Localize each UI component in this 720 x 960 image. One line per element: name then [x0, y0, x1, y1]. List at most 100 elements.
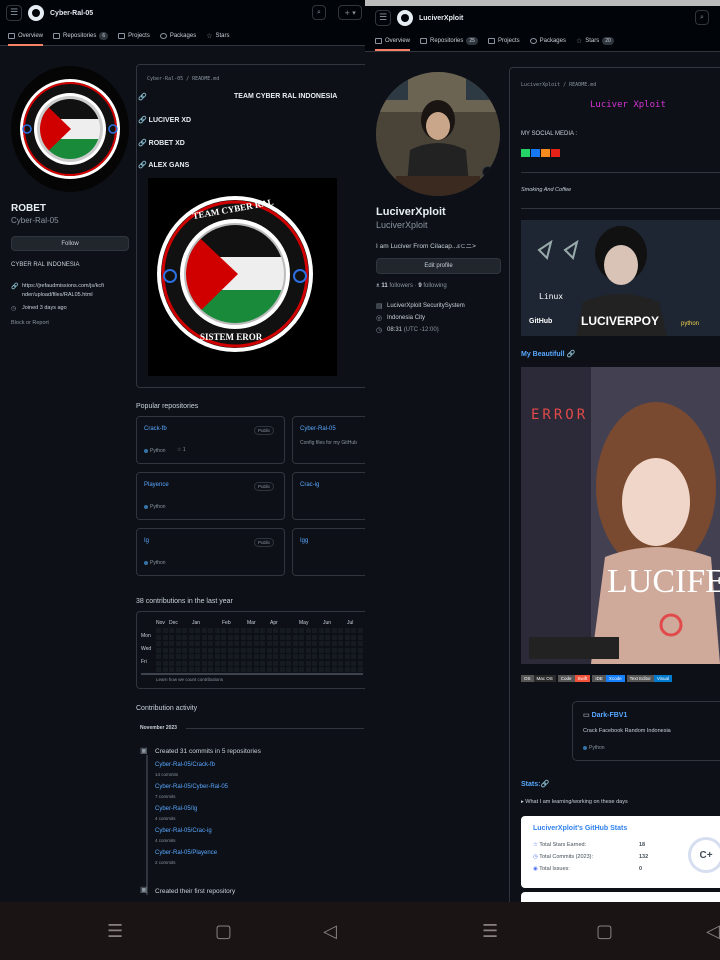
tab-packages[interactable]: Packages — [529, 31, 566, 51]
blogger-icon[interactable] — [541, 149, 550, 157]
pinned-repo-name[interactable]: ▭ Dark-FBV1 — [583, 711, 627, 719]
contribution-cell — [273, 634, 278, 640]
contribution-cell — [331, 641, 337, 646]
profile-website-line1[interactable]: https://jrefaudmissions.com/js/kcfi — [22, 283, 104, 289]
member-name: ALEX GANS — [148, 162, 190, 169]
repo-stars[interactable]: ☆ 1 — [177, 447, 186, 453]
contribution-cell — [344, 641, 350, 646]
contribution-cell — [318, 634, 324, 640]
contribution-cell — [266, 634, 272, 640]
tab-projects[interactable]: Projects — [487, 31, 520, 51]
readme-path[interactable]: LuciverXploit / README.md — [521, 82, 596, 88]
status-emoji-icon[interactable] — [482, 166, 494, 178]
edit-profile-button[interactable]: Edit profile — [376, 258, 501, 274]
contribution-cell — [162, 641, 168, 646]
anchor-link-icon[interactable]: 🔗 — [138, 93, 147, 101]
repo-name[interactable]: Cyber-Ral-05 — [300, 426, 336, 432]
repo-name[interactable]: Playence — [144, 482, 169, 488]
tab-stars[interactable]: ☆ Stars 20 — [576, 31, 614, 51]
tab-overview[interactable]: Overview — [8, 26, 44, 46]
day-label: Wed — [141, 646, 152, 652]
badge-value: Visual — [653, 675, 673, 682]
anchor-link-icon[interactable]: 🔗 — [540, 781, 549, 788]
contribution-cell — [357, 641, 363, 646]
topbar-title[interactable]: LuciverXploit — [419, 15, 463, 22]
repo-card[interactable]: Playence Public Python — [136, 472, 285, 520]
repo-name[interactable]: Crac-ig — [300, 482, 319, 488]
facebook-icon[interactable] — [531, 149, 540, 157]
followers-line[interactable]: ᴥ 11 followers · 9 following — [376, 283, 447, 289]
activity-repo-link[interactable]: Cyber-Ral-05/Crack-fb — [155, 762, 215, 768]
block-report-link[interactable]: Block or Report — [11, 320, 49, 326]
contribution-cell — [331, 660, 337, 666]
stats-heading: Stats:🔗 — [521, 780, 549, 788]
github-logo-icon[interactable] — [28, 5, 44, 21]
status-strip — [365, 0, 720, 6]
profile-organization: LuciverXploit SecuritySystem — [387, 303, 465, 309]
create-new-button[interactable]: + ▾ — [338, 5, 362, 20]
tab-projects[interactable]: Projects — [118, 26, 150, 46]
repo-name[interactable]: Igg — [300, 538, 308, 544]
tab-label: Stars — [585, 37, 600, 44]
repo-card[interactable]: Ig Public Python — [136, 528, 285, 576]
contribution-cell — [344, 647, 350, 653]
language-label: Python — [150, 504, 166, 510]
back-icon[interactable]: ◁ — [323, 921, 337, 942]
contribution-cell — [286, 628, 291, 633]
repo-card[interactable]: Cyber-Ral-05 Config files for my GitHub — [292, 416, 365, 464]
home-icon[interactable]: ▢ — [215, 921, 232, 942]
repo-name[interactable]: Ig — [144, 538, 149, 544]
search-icon[interactable]: ⌕ — [695, 10, 709, 25]
timezone: (UTC -12:00) — [403, 327, 439, 333]
tab-repositories[interactable]: Repositories 6 — [53, 26, 109, 46]
contribution-cell — [247, 634, 252, 640]
tab-packages[interactable]: Packages — [159, 26, 196, 46]
learning-toggle[interactable]: ▸ What I am learning/working on these da… — [521, 799, 628, 805]
following-count: 9 — [418, 283, 422, 289]
tab-stars[interactable]: ☆ Stars — [206, 26, 229, 46]
youtube-icon[interactable] — [551, 149, 560, 157]
activity-repo-link[interactable]: Cyber-Ral-05/Crac-ig — [155, 828, 212, 834]
menu-icon[interactable]: ☰ — [6, 5, 22, 21]
day-label: Mon — [141, 633, 151, 639]
recent-apps-icon[interactable]: ☰ — [482, 921, 498, 942]
contribution-cell — [279, 641, 285, 646]
link-icon: 🔗 — [11, 284, 19, 290]
tab-repositories[interactable]: Repositories 25 — [420, 31, 478, 51]
profile-website-line2[interactable]: nder/upload/files/RAL05.html — [22, 292, 93, 298]
contribution-cell — [195, 667, 200, 672]
recent-apps-icon[interactable]: ☰ — [107, 921, 123, 942]
repo-card[interactable]: Crac-ig — [292, 472, 365, 520]
readme-path[interactable]: Cyber-Ral-05 / README.md — [147, 76, 219, 82]
tab-overview[interactable]: Overview — [375, 31, 411, 51]
contributions-learn-link[interactable]: Learn how we count contributions — [156, 677, 223, 682]
topbar-title[interactable]: Cyber-Ral-05 — [50, 10, 93, 17]
back-icon[interactable]: ◁ — [706, 921, 720, 942]
stats-value: 0 — [639, 866, 643, 872]
pinned-repo-card[interactable]: ▭ Dark-FBV1 Crack Facebook Random Indone… — [572, 701, 720, 761]
activity-repo-link[interactable]: Cyber-Ral-05/Playence — [155, 850, 217, 856]
activity-repo-link[interactable]: Cyber-Ral-05/Cyber-Ral-05 — [155, 784, 228, 790]
showcase-image: ERROR LUCIFE — [521, 367, 720, 664]
home-icon[interactable]: ▢ — [596, 921, 613, 942]
table-icon — [487, 37, 495, 44]
contribution-cell — [338, 634, 343, 640]
follow-button[interactable]: Follow — [11, 236, 129, 251]
contribution-cell — [156, 654, 161, 659]
repo-card[interactable]: Igg — [292, 528, 365, 576]
contribution-cell — [325, 660, 330, 666]
repo-name[interactable]: Crack-fb — [144, 426, 167, 432]
activity-title: Contribution activity — [136, 705, 198, 712]
repo-icon: ▣ — [140, 885, 148, 894]
contribution-cell — [162, 667, 168, 672]
activity-repo-link[interactable]: Cyber-Ral-05/Ig — [155, 806, 197, 812]
avatar[interactable] — [376, 72, 500, 196]
menu-icon[interactable]: ☰ — [375, 10, 391, 26]
anchor-link-icon[interactable]: 🔗 — [567, 351, 576, 358]
whatsapp-icon[interactable] — [521, 149, 530, 157]
readme-heading: TEAM CYBER RAL INDONESIA — [234, 93, 338, 100]
github-logo-icon[interactable] — [397, 10, 413, 26]
repo-card[interactable]: Crack-fb Public Python ☆ 1 — [136, 416, 285, 464]
search-icon[interactable]: ⌕ — [312, 5, 326, 20]
avatar[interactable] — [11, 66, 129, 192]
